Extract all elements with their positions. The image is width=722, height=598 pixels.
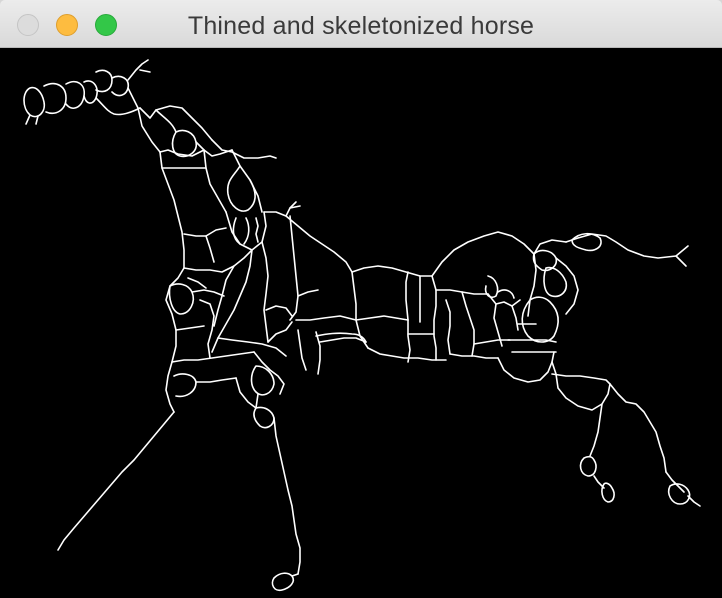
window-title: Thined and skeletonized horse <box>187 12 535 40</box>
image-canvas <box>0 48 722 598</box>
app-window: Thined and skeletonized horse <box>0 0 722 598</box>
skeleton-horse-image <box>23 59 701 592</box>
title-bar[interactable]: Thined and skeletonized horse <box>0 0 722 48</box>
